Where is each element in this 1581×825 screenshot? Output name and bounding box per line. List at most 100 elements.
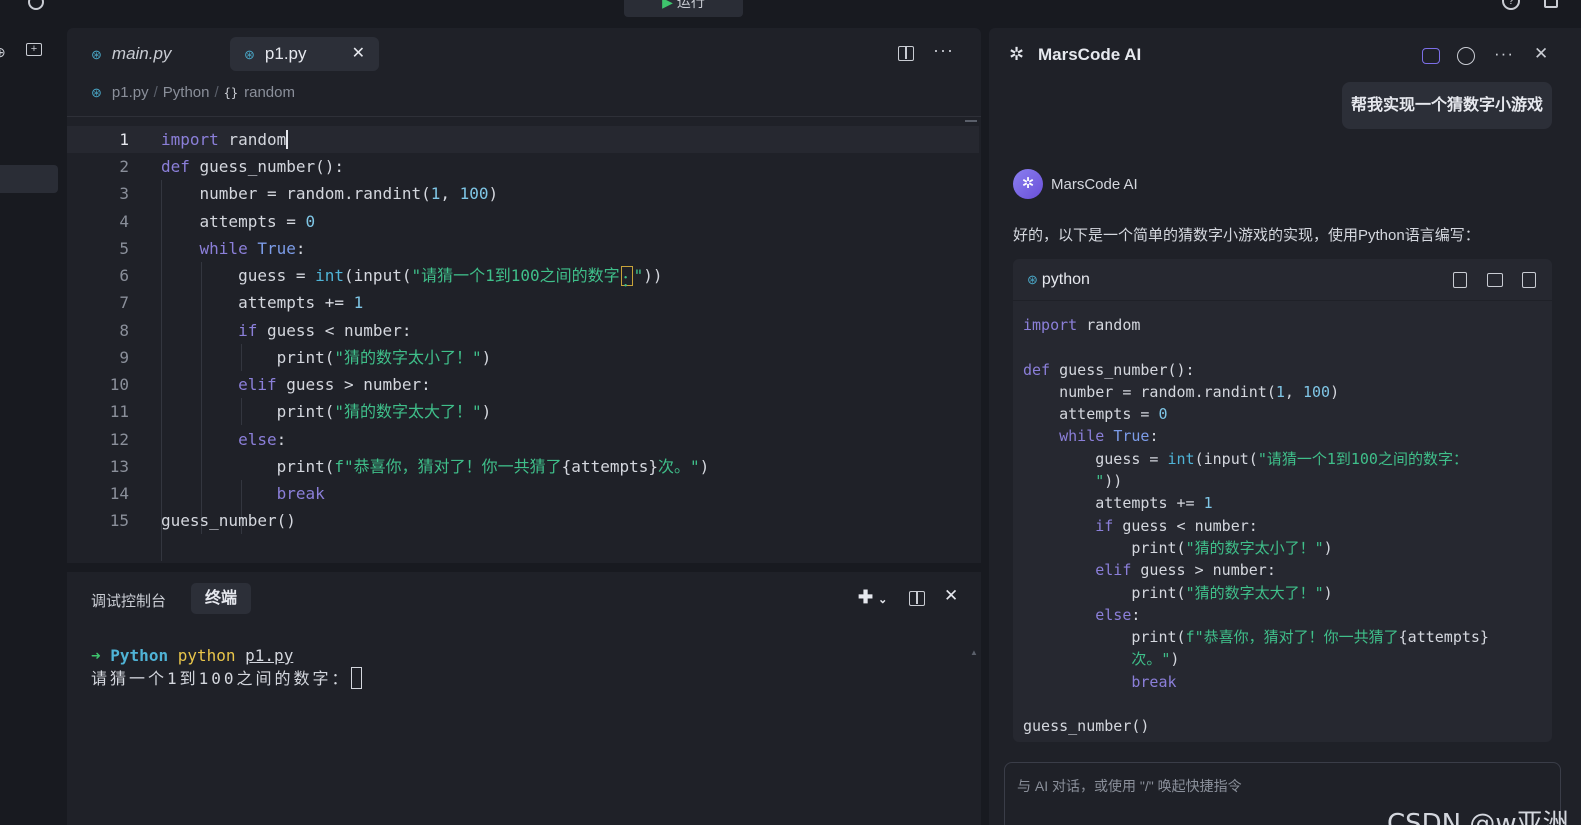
- bot-avatar: ✲: [1013, 169, 1043, 199]
- code-line: 13 print(f"恭喜你，猜对了！你一共猜了{attempts}次。"): [67, 453, 979, 480]
- terminal-file-link[interactable]: p1.py: [245, 646, 293, 665]
- divider: [67, 116, 981, 117]
- tab-label: main.py: [111, 44, 172, 63]
- breadcrumb-file[interactable]: p1.py: [112, 84, 149, 101]
- text-cursor: [286, 130, 289, 149]
- run-label: 运行: [676, 0, 705, 10]
- code-language: ⊛ python: [1027, 271, 1090, 289]
- line-number: 1: [119, 130, 129, 149]
- line-number: 2: [119, 157, 129, 176]
- terminal-line: 请猜一个1到100之间的数字：: [91, 667, 362, 690]
- new-file-icon[interactable]: ⊕: [0, 44, 6, 61]
- code-line: 10 elif guess > number:: [67, 371, 979, 398]
- symbol-icon: {}: [223, 86, 239, 100]
- bot-name: MarsCode AI: [1051, 176, 1138, 193]
- user-message: 帮我实现一个猜数字小游戏: [1342, 82, 1552, 129]
- code-line: 11 print("猜的数字太大了！"): [67, 398, 979, 425]
- code-editor: ⊛ main.py ⊛ p1.py ✕ ··· ⊛ p1.py / Python /{} ra…: [67, 28, 981, 563]
- split-editor-icon[interactable]: [898, 46, 914, 61]
- help-icon[interactable]: ?: [1502, 0, 1520, 10]
- bot-intro-text: 好的，以下是一个简单的猜数字小游戏的实现，使用Python语言编写：: [1013, 227, 1480, 244]
- code-snippet[interactable]: import random def guess_number(): number…: [1023, 314, 1489, 738]
- code-line: 4 attempts = 0: [67, 208, 979, 235]
- breadcrumb: ⊛ p1.py / Python /{} random: [91, 84, 295, 101]
- prompt-arrow-icon: ➜: [91, 646, 101, 665]
- line-number: 15: [109, 511, 129, 530]
- bracket-highlight: ：: [620, 266, 638, 290]
- terminal-line: ➜ Python python p1.py: [91, 644, 362, 667]
- sparkle-icon: ✲: [1009, 44, 1025, 64]
- search-icon[interactable]: [28, 0, 44, 10]
- tab-p1-py[interactable]: ⊛ p1.py ✕: [230, 37, 379, 71]
- insert-icon[interactable]: [1487, 273, 1503, 287]
- tab-debug-console[interactable]: 调试控制台: [91, 590, 166, 611]
- new-chat-icon[interactable]: [1422, 48, 1440, 64]
- terminal-cursor: [350, 667, 362, 689]
- code-line: 8 if guess < number:: [67, 317, 979, 344]
- line-number: 14: [109, 484, 129, 503]
- line-number: 8: [119, 321, 129, 340]
- code-line: 5 while True:: [67, 235, 979, 262]
- more-icon[interactable]: ···: [1494, 44, 1514, 64]
- code-line: 2 def guess_number():: [67, 153, 979, 180]
- ai-assistant-panel: ✲ MarsCode AI ··· ✕ 帮我实现一个猜数字小游戏 ✲ MarsC…: [989, 28, 1581, 825]
- line-number: 12: [109, 430, 129, 449]
- code-line: 6 guess = int(input("请猜一个1到100之间的数字 ：")): [67, 262, 979, 290]
- code-language-label: python: [1041, 271, 1090, 288]
- line-number: 11: [109, 402, 129, 421]
- breadcrumb-symbol[interactable]: random: [244, 84, 295, 101]
- code-line: 9 print("猜的数字太小了！"): [67, 344, 979, 371]
- run-button[interactable]: ▶ 运行: [624, 0, 743, 17]
- more-icon[interactable]: ···: [933, 40, 954, 61]
- split-terminal-icon[interactable]: [909, 591, 925, 606]
- apply-icon[interactable]: [1522, 272, 1536, 288]
- terminal-output[interactable]: ➜ Python python p1.py 请猜一个1到100之间的数字：: [91, 644, 362, 690]
- python-file-icon: ⊛: [1027, 272, 1038, 287]
- code-line: 1 import random: [67, 126, 979, 153]
- history-icon[interactable]: [1457, 47, 1475, 65]
- tab-terminal[interactable]: 终端: [191, 583, 251, 614]
- code-block-header: ⊛ python: [1013, 259, 1552, 301]
- add-terminal-icon[interactable]: ✚ ⌄: [858, 587, 887, 608]
- line-number: 13: [109, 457, 129, 476]
- scroll-up-icon[interactable]: ▲: [970, 648, 978, 657]
- breadcrumb-lang[interactable]: Python: [163, 84, 210, 101]
- close-icon[interactable]: ✕: [1534, 44, 1548, 64]
- tab-main-py[interactable]: ⊛ main.py: [81, 37, 231, 71]
- code-line: 15 guess_number(): [67, 507, 979, 534]
- line-number: 7: [119, 293, 129, 312]
- line-number: 9: [119, 348, 129, 367]
- code-line: 3 number = random.randint(1, 100): [67, 180, 979, 207]
- line-number: 10: [109, 375, 129, 394]
- python-file-icon: ⊛: [244, 47, 255, 62]
- close-icon[interactable]: ✕: [352, 37, 365, 71]
- code-line: 12 else:: [67, 426, 979, 453]
- top-bar: ▶ 运行 ?: [0, 0, 1581, 18]
- line-number: 5: [119, 239, 129, 258]
- copy-icon[interactable]: [1453, 272, 1467, 288]
- terminal-prompt: 请猜一个1到100之间的数字：: [91, 669, 351, 688]
- window-icon[interactable]: [1544, 0, 1558, 8]
- ai-panel-title: MarsCode AI: [1038, 45, 1142, 64]
- editor-tabs: ⊛ main.py ⊛ p1.py ✕ ···: [67, 28, 981, 78]
- terminal-cwd: Python: [110, 646, 169, 665]
- code-area[interactable]: 1 import random 2 def guess_number(): 3 nu…: [67, 126, 981, 563]
- explorer-selected-item[interactable]: [0, 165, 58, 193]
- new-folder-icon[interactable]: +: [26, 43, 42, 56]
- play-icon: ▶: [662, 0, 673, 10]
- scrollbar-thumb[interactable]: [965, 120, 977, 122]
- line-number: 4: [119, 212, 129, 231]
- terminal-command: python: [177, 646, 236, 665]
- line-number: 6: [119, 266, 129, 285]
- watermark: CSDN @w亚洲: [1387, 809, 1569, 825]
- ai-chat-input[interactable]: 与 AI 对话，或使用 "/" 唤起快捷指令 CSDN @w亚洲: [1004, 762, 1569, 825]
- python-file-icon: ⊛: [91, 47, 102, 62]
- ai-code-block: ⊛ python import random def guess_number()…: [1013, 259, 1552, 742]
- activity-bar: ⊕ +: [0, 18, 66, 825]
- tab-label: p1.py: [264, 44, 307, 63]
- line-number: 3: [119, 184, 129, 203]
- code-line: 7 attempts += 1: [67, 289, 979, 316]
- ai-input-placeholder: 与 AI 对话，或使用 "/" 唤起快捷指令: [1017, 778, 1242, 794]
- close-icon[interactable]: ✕: [944, 586, 958, 606]
- python-file-icon: ⊛: [91, 85, 102, 100]
